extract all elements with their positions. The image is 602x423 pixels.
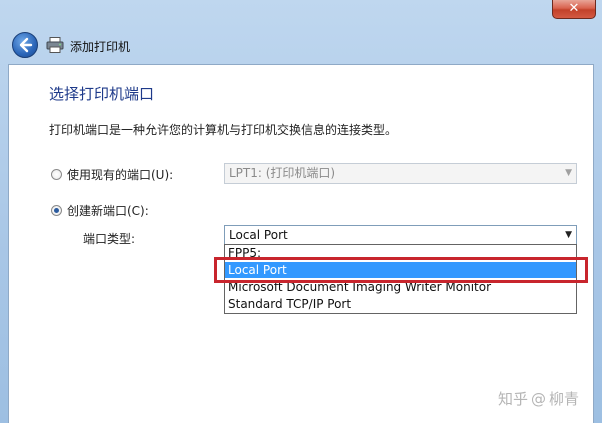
navigation-bar: 添加打印机 <box>8 28 594 62</box>
page-description: 打印机端口是一种允许您的计算机与打印机交换信息的连接类型。 <box>49 123 398 137</box>
chevron-down-icon: ▼ <box>565 168 572 178</box>
chevron-down-icon: ▼ <box>565 230 572 240</box>
port-type-value: Local Port <box>229 228 288 242</box>
new-port-radio[interactable] <box>51 205 62 216</box>
window-frame: ✕ 添加打印机 选择打印机端口 打印机端口是一种允许您的计算机与打印机交换信息的… <box>0 0 602 423</box>
wizard-content: 选择打印机端口 打印机端口是一种允许您的计算机与打印机交换信息的连接类型。 使用… <box>8 64 594 423</box>
existing-port-label: 使用现有的端口(U): <box>67 168 174 182</box>
port-type-select[interactable]: Local Port ▼ <box>224 225 577 246</box>
page-heading: 选择打印机端口 <box>49 85 155 103</box>
watermark-right: 柳青 <box>548 390 579 408</box>
new-port-label: 创建新端口(C): <box>67 204 149 218</box>
wizard-title: 添加打印机 <box>70 40 131 54</box>
watermark-left: 知乎 <box>497 390 528 408</box>
watermark: 知乎 @ 柳青 <box>498 388 579 409</box>
close-icon: ✕ <box>568 1 580 16</box>
back-arrow-icon <box>19 37 33 53</box>
printer-icon <box>46 37 64 53</box>
existing-port-radio[interactable] <box>51 169 62 180</box>
existing-port-select: LPT1: (打印机端口) ▼ <box>224 163 577 184</box>
close-button[interactable]: ✕ <box>552 0 596 19</box>
back-button[interactable] <box>12 32 38 58</box>
port-type-label: 端口类型: <box>83 232 136 246</box>
annotation-highlight-box <box>214 257 588 283</box>
dropdown-option[interactable]: Standard TCP/IP Port <box>225 296 576 312</box>
at-icon: @ <box>530 390 546 408</box>
existing-port-value: LPT1: (打印机端口) <box>229 166 336 180</box>
